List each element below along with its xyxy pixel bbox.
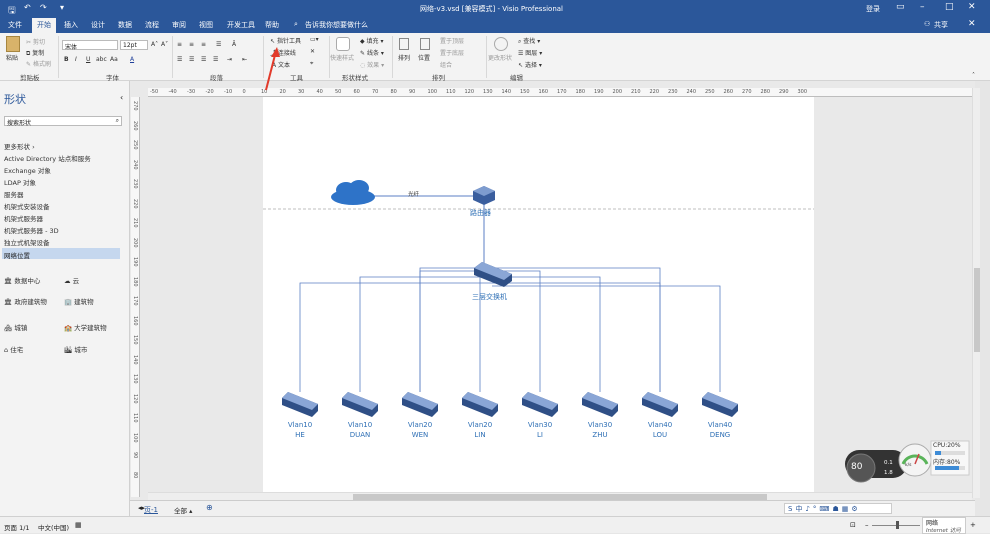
zoom-in-icon[interactable]: + <box>970 521 976 529</box>
switch-links <box>299 267 721 392</box>
red-arrow-annotation <box>265 47 280 91</box>
vertical-scroll-thumb[interactable] <box>974 268 980 352</box>
switch-name-label[interactable]: WEN <box>402 431 438 439</box>
router-label[interactable]: 路由器 <box>470 208 491 218</box>
switch-name-label[interactable]: LI <box>522 431 558 439</box>
access-switch-icon[interactable] <box>282 392 318 417</box>
switch-vlan-label[interactable]: Vlan40 <box>702 421 738 429</box>
page-tabs-bar: ◂▸ 页-1 全部 ▴ ⊕ S中♪°⌨☗▦⚙ <box>130 500 975 516</box>
core-switch-label[interactable]: 三层交换机 <box>472 292 507 302</box>
network-tooltip: 网络 Internet 访问 <box>922 517 966 534</box>
network-diagram <box>263 180 814 417</box>
access-switch-icon[interactable] <box>402 392 438 417</box>
access-switch-icon[interactable] <box>582 392 618 417</box>
all-pages-label: 全部 <box>174 507 187 515</box>
upload-speed: 0.1 <box>884 460 893 466</box>
switch-link[interactable] <box>299 282 492 392</box>
switch-vlan-label[interactable]: Vlan30 <box>582 421 618 429</box>
switch-name-label[interactable]: LOU <box>642 431 678 439</box>
mem-bar <box>935 466 959 470</box>
gauge-value: 80 <box>851 462 863 472</box>
zoom-slider-thumb[interactable] <box>896 521 899 529</box>
switch-vlan-label[interactable]: Vlan20 <box>462 421 498 429</box>
page-tab[interactable]: 页-1 <box>144 505 158 515</box>
fiber-link-label[interactable]: 光纤 <box>408 190 419 198</box>
zoom-out-icon[interactable]: – <box>865 521 869 529</box>
access-switches <box>282 392 738 417</box>
vertical-scrollbar[interactable] <box>972 88 980 498</box>
access-switch-icon[interactable] <box>342 392 378 417</box>
horizontal-scrollbar[interactable] <box>148 492 972 500</box>
ime-toolbar[interactable]: S中♪°⌨☗▦⚙ <box>784 503 892 514</box>
download-speed: 1.8 <box>884 470 893 476</box>
switch-link[interactable] <box>492 282 661 392</box>
memory-usage: 内存:80% <box>933 459 961 466</box>
access-switch-icon[interactable] <box>702 392 738 417</box>
switch-name-label[interactable]: LIN <box>462 431 498 439</box>
switch-name-label[interactable]: ZHU <box>582 431 618 439</box>
access-switch-icon[interactable] <box>642 392 678 417</box>
cloud-icon[interactable] <box>331 180 375 205</box>
switch-name-label[interactable]: DUAN <box>342 431 378 439</box>
switch-link[interactable] <box>479 267 492 392</box>
fit-page-icon[interactable]: ⊡ <box>850 521 856 529</box>
all-pages-tab[interactable]: 全部 ▴ <box>174 505 192 515</box>
switch-vlan-label[interactable]: Vlan10 <box>282 421 318 429</box>
switch-link[interactable] <box>492 270 541 392</box>
access-switch-icon[interactable] <box>462 392 498 417</box>
status-bar: 页面 1/1 中文(中国) ▦ ⊡ – 网络 Internet 访问 + <box>0 516 990 534</box>
switch-link[interactable] <box>492 276 601 392</box>
cpu-bar <box>935 451 941 455</box>
add-page-icon[interactable]: ⊕ <box>206 503 213 512</box>
page-indicator[interactable]: 页面 1/1 <box>4 522 30 532</box>
switch-name-label[interactable]: HE <box>282 431 318 439</box>
switch-link[interactable] <box>492 285 721 392</box>
speed-unit: k/s <box>905 463 912 468</box>
switch-vlan-label[interactable]: Vlan20 <box>402 421 438 429</box>
macro-record-icon[interactable]: ▦ <box>75 521 82 529</box>
access-switch-icon[interactable] <box>522 392 558 417</box>
switch-link[interactable] <box>419 270 492 392</box>
switch-vlan-label[interactable]: Vlan40 <box>642 421 678 429</box>
cpu-usage: CPU:20% <box>933 442 961 449</box>
switch-vlan-label[interactable]: Vlan30 <box>522 421 558 429</box>
switch-vlan-label[interactable]: Vlan10 <box>342 421 378 429</box>
language-indicator[interactable]: 中文(中国) <box>38 522 69 532</box>
switch-name-label[interactable]: DENG <box>702 431 738 439</box>
router-icon[interactable] <box>473 186 495 205</box>
